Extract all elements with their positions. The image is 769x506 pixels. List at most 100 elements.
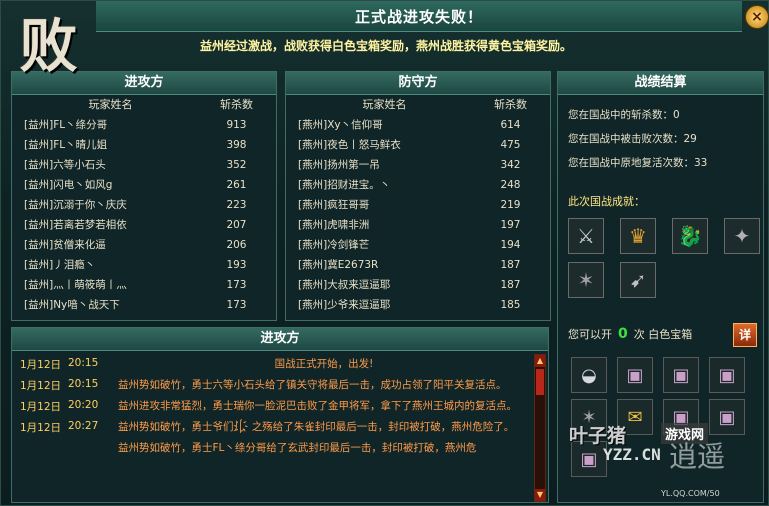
attackers-panel: 进攻方 玩家姓名 斩杀数 [益州]FL丶绦分哥 913 [益州]FL丶晴儿姐 398[… <box>11 71 277 321</box>
reward-message: 益州经过激战，战败获得白色宝箱奖励，燕州战胜获得黄色宝箱奖励。 <box>199 39 572 53</box>
table-row: [益州]Ny喑丶战天下 173 <box>12 295 276 315</box>
chest-icon[interactable]: ▣ <box>663 399 699 435</box>
chest-icon[interactable]: ▣ <box>709 399 745 435</box>
log-time: 20:15 <box>68 357 99 369</box>
battle-log-title: 进攻方 <box>12 328 548 351</box>
dragon-icon[interactable]: 🐉 <box>672 218 708 254</box>
kill-count: 197 <box>500 219 521 231</box>
player-name: [益州]六等小石头 <box>24 159 106 171</box>
kill-count: 342 <box>500 159 521 171</box>
player-name: [燕州]大叔来逗逼耶 <box>298 279 391 291</box>
player-name: [益州]FL丶晴儿姐 <box>24 139 108 151</box>
table-row: [燕州]疯狂哥哥 219 <box>286 195 550 215</box>
scroll-thumb[interactable] <box>536 369 544 395</box>
claw-icon[interactable]: ✶ <box>568 262 604 298</box>
log-date <box>12 441 68 455</box>
chest-prefix: 您可以开 <box>568 328 612 341</box>
deaths-stat: 您在国战中被击败次数：29 <box>568 133 697 145</box>
battle-log-list: 1月12日 20:15 国战正式开始，出发! 1月12日 20:15 益州势如破竹，勇士六… <box>12 351 548 455</box>
table-row: [益州]贫僧来化逼 206 <box>12 235 276 255</box>
player-name: [燕州]冷剑锋芒 <box>298 239 370 251</box>
log-date: 1月12日 <box>20 401 62 413</box>
player-name: [燕州]Xy丶信仰哥 <box>298 119 383 131</box>
log-time: 20:27 <box>68 420 99 432</box>
summary-title: 战绩结算 <box>558 72 763 95</box>
chest-count: 0 <box>618 326 628 342</box>
log-scrollbar[interactable]: ▲ ▼ <box>534 354 546 502</box>
defenders-title: 防守方 <box>286 72 550 95</box>
attackers-column-header: 玩家姓名 斩杀数 <box>12 95 276 115</box>
table-row: [益州]沉溺于你丶庆庆 223 <box>12 195 276 215</box>
player-name: [燕州]疯狂哥哥 <box>298 199 370 211</box>
log-text: 益州进攻非常猛烈，勇士瑞你一脸泥巴击败了金甲将军，拿下了燕州王城内的复活点。 <box>118 400 517 412</box>
log-time: 20:15 <box>68 378 99 390</box>
achievements-grid: ⚔ ♛ 🐉 ✦ ✶ ➹ <box>568 218 768 298</box>
chest-icon[interactable]: ▣ <box>709 357 745 393</box>
table-row: [燕州]少爷来逗逼耶 185 <box>286 295 550 315</box>
player-name: [益州]灬丨萌筱萌丨灬 <box>24 279 127 291</box>
kill-count: 194 <box>500 239 521 251</box>
kill-count: 193 <box>226 259 247 271</box>
achievements-title: 此次国战成就： <box>568 195 645 208</box>
kill-count: 352 <box>226 159 247 171</box>
chest-icon[interactable]: ▣ <box>571 441 607 477</box>
table-row: [燕州]冷剑锋芒 194 <box>286 235 550 255</box>
close-button[interactable]: × <box>745 5 769 29</box>
defenders-table: [燕州]Xy丶信仰哥 614 [燕州]夜色丨怒马鲜衣 475 [燕州]扬州第一吊 342 [… <box>286 115 550 315</box>
table-row: [燕州]冀E2673R 187 <box>286 255 550 275</box>
player-name: [益州]贫僧来化逼 <box>24 239 106 251</box>
silver-ingot-icon[interactable]: ◒ <box>571 357 607 393</box>
log-time <box>68 441 118 455</box>
table-row: [燕州]夜色丨怒马鲜衣 475 <box>286 135 550 155</box>
log-entry: 益州势如破竹，勇士FL丶绦分哥给了玄武封印最后一击，封印被打破，燕州危 <box>12 441 548 455</box>
table-row: [燕州]虎啸非洲 197 <box>286 215 550 235</box>
table-row: [益州]FL丶绦分哥 913 <box>12 115 276 135</box>
detail-button[interactable]: 详 <box>733 323 757 347</box>
log-entry: 1月12日 20:20 益州进攻非常猛烈，勇士瑞你一脸泥巴击败了金甲将军，拿下了燕州… <box>12 399 548 414</box>
kill-count: 173 <box>226 279 247 291</box>
general-icon[interactable]: ♛ <box>620 218 656 254</box>
defenders-panel: 防守方 玩家姓名 斩杀数 [燕州]Xy丶信仰哥 614 [燕州]夜色丨怒马鲜衣 475… <box>285 71 551 321</box>
defeat-stamp: 败 <box>19 12 78 80</box>
log-date: 1月12日 <box>20 380 62 392</box>
player-name: [益州]闪电丶如风g <box>24 179 113 191</box>
chest-reward-grid: ◒ ▣ ▣ ▣ ✶ ✉ ▣ ▣ ▣ <box>571 357 761 477</box>
log-entry: 1月12日 20:15 益州势如破竹，勇士六等小石头给了镇关守将最后一击，成功占领了… <box>12 378 548 393</box>
claw-icon[interactable]: ✶ <box>571 399 607 435</box>
player-name: [燕州]虎啸非洲 <box>298 219 370 231</box>
player-name: [益州]沉溺于你丶庆庆 <box>24 199 127 211</box>
chest-open-line: 您可以开 0 次 白色宝箱 <box>568 326 692 342</box>
col-player-name: 玩家姓名 <box>88 98 133 111</box>
kill-count: 219 <box>500 199 521 211</box>
col-kills: 斩杀数 <box>493 98 527 111</box>
log-date: 1月12日 <box>20 422 62 434</box>
kill-count: 248 <box>500 179 521 191</box>
table-row: [燕州]大叔来逗逼耶 187 <box>286 275 550 295</box>
player-name: [燕州]扬州第一吊 <box>298 159 380 171</box>
kill-count: 187 <box>500 279 521 291</box>
chest-icon[interactable]: ▣ <box>663 357 699 393</box>
kill-count: 223 <box>226 199 247 211</box>
log-text: 国战正式开始，出发! <box>274 358 374 370</box>
table-row: [益州]若离若梦若相依 207 <box>12 215 276 235</box>
kill-count: 614 <box>500 119 521 131</box>
kills-stat: 您在国战中的斩杀数：0 <box>568 109 680 121</box>
player-name: [益州]若离若梦若相依 <box>24 219 127 231</box>
shadow-blade-icon[interactable]: ✦ <box>724 218 760 254</box>
scroll-up-arrow-icon[interactable]: ▲ <box>535 355 545 367</box>
player-name: [燕州]招财进宝。丶 <box>298 179 391 191</box>
battle-log-panel: 进攻方 1月12日 20:15 国战正式开始，出发! 1月12日 20:15 益州势如破竹… <box>11 327 549 503</box>
player-name: [燕州]夜色丨怒马鲜衣 <box>298 139 401 151</box>
player-name: [益州]FL丶绦分哥 <box>24 119 108 131</box>
spear-icon[interactable]: ➹ <box>620 262 656 298</box>
defenders-column-header: 玩家姓名 斩杀数 <box>286 95 550 115</box>
log-date: 1月12日 <box>20 359 62 371</box>
sword-cross-icon[interactable]: ⚔ <box>568 218 604 254</box>
scroll-down-arrow-icon[interactable]: ▼ <box>535 489 545 501</box>
chest-icon[interactable]: ▣ <box>617 357 653 393</box>
table-row: [益州]闪电丶如风g 261 <box>12 175 276 195</box>
kill-count: 913 <box>226 119 247 131</box>
player-name: [益州]丿泪瘾丶 <box>24 259 96 271</box>
gold-bag-icon[interactable]: ✉ <box>617 399 653 435</box>
table-row: [益州]丿泪瘾丶 193 <box>12 255 276 275</box>
